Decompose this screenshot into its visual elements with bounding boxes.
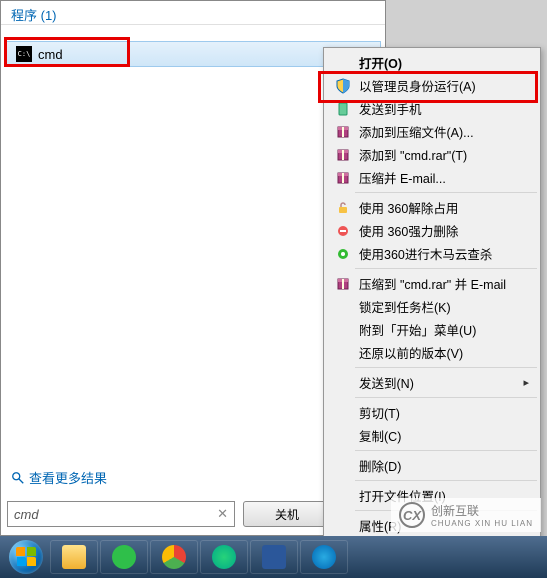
word-icon bbox=[262, 545, 286, 569]
taskbar-app-360[interactable] bbox=[100, 540, 148, 574]
see-more-results-link[interactable]: 查看更多结果 bbox=[11, 468, 107, 487]
menu-pin-start[interactable]: 附到「开始」菜单(U) bbox=[327, 318, 537, 341]
menu-360-force-del[interactable]: 使用 360强力删除 bbox=[327, 219, 537, 242]
menu-separator bbox=[355, 268, 537, 269]
menu-cut[interactable]: 剪切(T) bbox=[327, 401, 537, 424]
phone-icon bbox=[333, 99, 353, 119]
blank-icon bbox=[333, 373, 353, 393]
taskbar-app-explorer[interactable] bbox=[50, 540, 98, 574]
start-search-input[interactable] bbox=[14, 507, 217, 522]
menu-add-cmd-rar-label: 添加到 "cmd.rar"(T) bbox=[359, 145, 467, 164]
blank-icon bbox=[333, 456, 353, 476]
menu-compress-email[interactable]: 压缩并 E-mail... bbox=[327, 166, 537, 189]
blank-icon bbox=[333, 426, 353, 446]
menu-send-to-phone[interactable]: 发送到手机 bbox=[327, 97, 537, 120]
blank-icon bbox=[333, 403, 353, 423]
taskbar-app-ie[interactable] bbox=[300, 540, 348, 574]
menu-run-as-admin-label: 以管理员身份运行(A) bbox=[359, 76, 476, 95]
blank-icon bbox=[333, 486, 353, 506]
360-icon bbox=[112, 545, 136, 569]
watermark-sub: CHUANG XIN HU LIAN bbox=[431, 519, 533, 528]
blank-icon bbox=[333, 320, 353, 340]
menu-copy-label: 复制(C) bbox=[359, 426, 401, 445]
blank-icon bbox=[333, 297, 353, 317]
clear-search-icon[interactable]: ✕ bbox=[217, 506, 228, 522]
watermark-logo-icon: CX bbox=[399, 502, 425, 528]
menu-cut-label: 剪切(T) bbox=[359, 403, 400, 422]
taskbar bbox=[0, 536, 547, 578]
taskbar-app-360browser[interactable] bbox=[200, 540, 248, 574]
menu-send-to[interactable]: 发送到(N) bbox=[327, 371, 537, 394]
360-unlock-icon bbox=[333, 198, 353, 218]
menu-add-archive-label: 添加到压缩文件(A)... bbox=[359, 122, 474, 141]
context-menu: 打开(O) 以管理员身份运行(A) 发送到手机 添加到压缩文件(A)... 添加… bbox=[323, 47, 541, 541]
search-result-label: cmd bbox=[38, 47, 63, 62]
menu-pin-taskbar-label: 锁定到任务栏(K) bbox=[359, 297, 451, 316]
menu-add-archive[interactable]: 添加到压缩文件(A)... bbox=[327, 120, 537, 143]
see-more-label: 查看更多结果 bbox=[29, 468, 107, 487]
360-scan-icon bbox=[333, 244, 353, 264]
menu-run-as-admin[interactable]: 以管理员身份运行(A) bbox=[327, 74, 537, 97]
rar-icon bbox=[333, 122, 353, 142]
menu-separator bbox=[355, 397, 537, 398]
search-icon bbox=[11, 471, 25, 485]
360browser-icon bbox=[212, 545, 236, 569]
start-button[interactable] bbox=[4, 538, 48, 576]
menu-separator bbox=[355, 480, 537, 481]
taskbar-app-chrome[interactable] bbox=[150, 540, 198, 574]
blank-icon bbox=[333, 53, 353, 73]
menu-restore-prev-label: 还原以前的版本(V) bbox=[359, 343, 463, 362]
menu-compress-rar-email-label: 压缩到 "cmd.rar" 并 E-mail bbox=[359, 274, 506, 293]
menu-compress-email-label: 压缩并 E-mail... bbox=[359, 168, 446, 187]
rar-icon bbox=[333, 145, 353, 165]
menu-send-to-phone-label: 发送到手机 bbox=[359, 99, 422, 118]
menu-add-cmd-rar[interactable]: 添加到 "cmd.rar"(T) bbox=[327, 143, 537, 166]
menu-send-to-label: 发送到(N) bbox=[359, 373, 414, 392]
windows-logo-icon bbox=[9, 540, 43, 574]
watermark: CX 创新互联 CHUANG XIN HU LIAN bbox=[391, 498, 541, 532]
menu-copy[interactable]: 复制(C) bbox=[327, 424, 537, 447]
menu-360-unlock[interactable]: 使用 360解除占用 bbox=[327, 196, 537, 219]
chrome-icon bbox=[162, 545, 186, 569]
menu-separator bbox=[355, 192, 537, 193]
taskbar-app-word[interactable] bbox=[250, 540, 298, 574]
menu-restore-prev[interactable]: 还原以前的版本(V) bbox=[327, 341, 537, 364]
360-delete-icon bbox=[333, 221, 353, 241]
menu-360-trojan-label: 使用360进行木马云查杀 bbox=[359, 244, 492, 263]
menu-pin-start-label: 附到「开始」菜单(U) bbox=[359, 320, 476, 339]
ie-icon bbox=[312, 545, 336, 569]
folder-icon bbox=[62, 545, 86, 569]
shutdown-button[interactable]: 关机 bbox=[243, 501, 331, 527]
menu-compress-rar-email[interactable]: 压缩到 "cmd.rar" 并 E-mail bbox=[327, 272, 537, 295]
menu-open-label: 打开(O) bbox=[359, 57, 402, 71]
menu-pin-taskbar[interactable]: 锁定到任务栏(K) bbox=[327, 295, 537, 318]
blank-icon bbox=[333, 516, 353, 536]
blank-icon bbox=[333, 343, 353, 363]
start-search-input-wrap: ✕ bbox=[7, 501, 235, 527]
menu-open[interactable]: 打开(O) bbox=[327, 51, 537, 74]
menu-separator bbox=[355, 367, 537, 368]
shield-icon bbox=[333, 76, 353, 96]
cmd-exe-icon bbox=[16, 46, 32, 62]
watermark-name: 创新互联 bbox=[431, 502, 533, 519]
menu-delete-label: 删除(D) bbox=[359, 456, 401, 475]
menu-360-trojan[interactable]: 使用360进行木马云查杀 bbox=[327, 242, 537, 265]
rar-icon bbox=[333, 274, 353, 294]
programs-header: 程序 (1) bbox=[1, 1, 385, 25]
menu-separator bbox=[355, 450, 537, 451]
menu-360-unlock-label: 使用 360解除占用 bbox=[359, 198, 458, 217]
menu-360-force-del-label: 使用 360强力删除 bbox=[359, 221, 458, 240]
menu-delete[interactable]: 删除(D) bbox=[327, 454, 537, 477]
rar-icon bbox=[333, 168, 353, 188]
